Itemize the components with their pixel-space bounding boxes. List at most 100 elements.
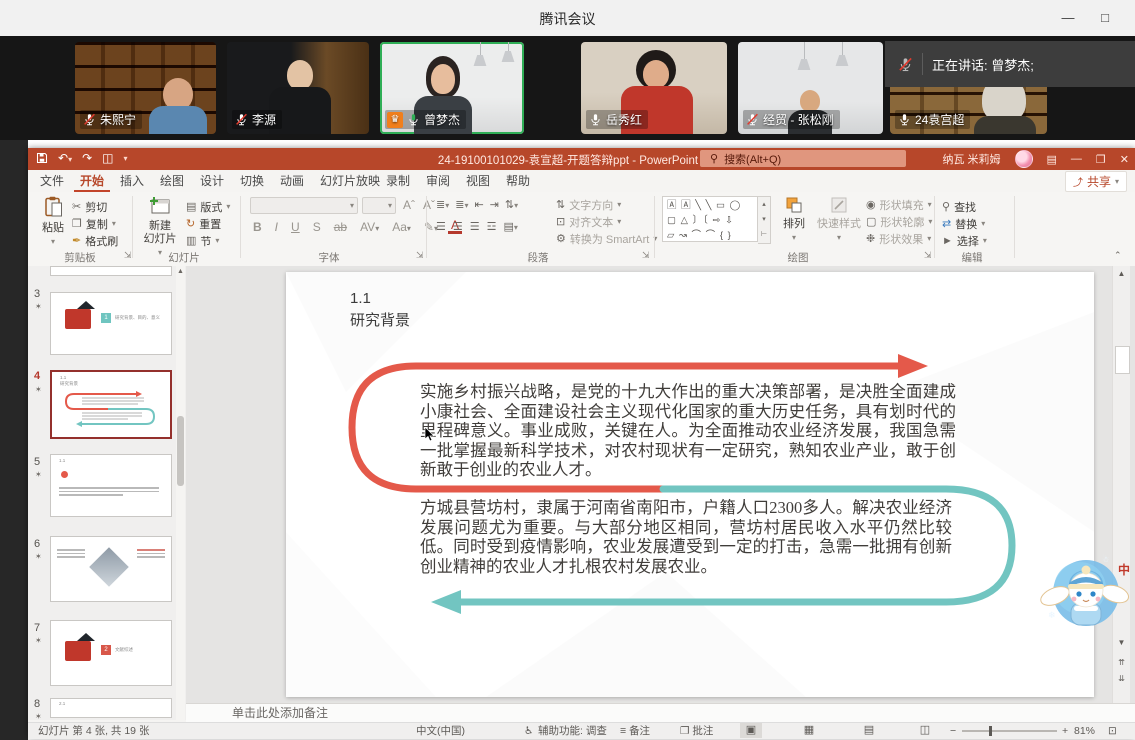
scroll-up-icon[interactable]: ▲ [177, 268, 184, 275]
share-button[interactable]: ⤴ 共享 ▾ [1065, 171, 1127, 192]
slide-paragraph-2[interactable]: 方城县营坊村，隶属于河南省南阳市，户籍人口2300多人。解决农业经济发展问题尤为… [420, 498, 952, 576]
reading-view-button[interactable]: ▤ [858, 723, 880, 738]
undo-icon[interactable]: ↶▾ [58, 151, 72, 165]
slide-thumbnail-selected[interactable]: 1.1研究背景 [50, 370, 172, 439]
increase-font-icon[interactable]: Aˆ [400, 198, 418, 212]
customize-qat-icon[interactable]: ▾ [123, 154, 127, 163]
close-ppt-button[interactable]: ✕ [1120, 153, 1129, 166]
tab-help[interactable]: 帮助 [500, 170, 536, 192]
zoom-out-button[interactable]: − [950, 724, 956, 738]
save-icon[interactable] [36, 152, 48, 164]
restore-ppt-button[interactable]: ❐ [1096, 153, 1106, 166]
convert-smartart-button[interactable]: ⚙转换为 SmartArt▾ [556, 230, 657, 247]
character-spacing-button[interactable]: AV▾ [357, 220, 382, 234]
copy-button[interactable]: ❐复制▾ [72, 215, 118, 232]
zoom-level[interactable]: 81% [1074, 724, 1095, 738]
thumbnail-scrollbar[interactable]: ▲ [176, 266, 185, 720]
search-input[interactable]: ⚲ 搜索(Alt+Q) [700, 150, 906, 167]
arrow-loop-shape[interactable] [286, 272, 1094, 697]
slideshow-view-button[interactable]: ◫ [914, 723, 936, 738]
current-slide[interactable]: 1.1 研究背景 实施乡村振兴战略，是党的十九大作出的重大决策部署，是决胜全面建… [286, 272, 1094, 697]
slide-thumbnail[interactable]: 2 文献综述 [50, 620, 172, 686]
tab-view[interactable]: 视图 [460, 170, 496, 192]
columns-button[interactable]: ▤▾ [504, 220, 518, 233]
font-size-select[interactable]: ▾ [362, 197, 396, 214]
clipboard-dialog-launcher-icon[interactable]: ⇲ [124, 250, 132, 261]
slide-thumbnail-partial[interactable] [50, 266, 172, 276]
slide-sorter-view-button[interactable]: ▦ [798, 723, 820, 738]
participant-tile[interactable]: 经贸 - 张松刚 [738, 42, 883, 134]
shape-outline-button[interactable]: ▢形状轮廓▾ [866, 213, 932, 230]
quick-styles-button[interactable]: 快速样式 ▾ [816, 196, 862, 244]
font-name-select[interactable]: ▾ [250, 197, 358, 214]
participant-tile[interactable]: 朱熙宁 [75, 42, 216, 134]
shape-fill-button[interactable]: ◉形状填充▾ [866, 196, 932, 213]
bullets-button[interactable]: ≣▾ [436, 198, 449, 211]
shape-effects-button[interactable]: ❉形状效果▾ [866, 230, 932, 247]
font-dialog-launcher-icon[interactable]: ⇲ [416, 250, 424, 261]
zoom-slider[interactable] [962, 730, 1057, 732]
select-button[interactable]: ►选择▾ [942, 232, 987, 249]
tab-animations[interactable]: 动画 [274, 170, 310, 192]
ribbon-display-options-icon[interactable]: ▤ [1047, 153, 1057, 166]
underline-button[interactable]: U [288, 220, 303, 234]
collapse-ribbon-icon[interactable]: ⌃ [1114, 250, 1122, 261]
align-right-button[interactable]: ☰ [470, 220, 480, 233]
zoom-slider-thumb[interactable] [989, 726, 992, 736]
account-avatar[interactable] [1015, 150, 1033, 168]
line-spacing-button[interactable]: ⇅▾ [505, 198, 518, 211]
slide-thumbnail[interactable]: 1.1 [50, 454, 172, 517]
reset-button[interactable]: ↻重置 [186, 215, 230, 232]
scroll-down-icon[interactable]: ▼ [1113, 638, 1130, 647]
layout-button[interactable]: ▤版式▾ [186, 198, 230, 215]
italic-button[interactable]: I [272, 220, 281, 234]
minimize-ppt-button[interactable]: — [1071, 153, 1082, 165]
format-painter-button[interactable]: ✒格式刷 [72, 232, 118, 249]
fit-to-window-icon[interactable]: ⊡ [1108, 724, 1117, 738]
start-slideshow-icon[interactable]: ◫ [102, 151, 113, 165]
scrollbar-thumb[interactable] [1115, 346, 1130, 374]
tab-insert[interactable]: 插入 [114, 170, 150, 192]
redo-icon[interactable]: ↷ [82, 151, 92, 165]
maximize-meeting-button[interactable]: □ [1090, 8, 1120, 28]
zoom-in-button[interactable]: + [1062, 724, 1068, 738]
tab-draw[interactable]: 绘图 [154, 170, 190, 192]
decrease-indent-button[interactable]: ⇤ [474, 198, 483, 211]
slide-thumbnail[interactable]: 1 研究背景、目的、意义 [50, 292, 172, 355]
tab-transitions[interactable]: 切换 [234, 170, 270, 192]
replace-button[interactable]: ⇄替换▾ [942, 215, 987, 232]
participant-tile[interactable]: 岳秀红 [581, 42, 727, 134]
slide-scrollbar[interactable]: ▲ ▼ ⇈ ⇊ [1112, 266, 1130, 703]
shapes-gallery-scroll[interactable]: ▴▾⊢ [758, 196, 771, 244]
account-name[interactable]: 纳瓦 米莉姆 [942, 151, 1000, 167]
change-case-button[interactable]: Aa▾ [389, 220, 414, 234]
participant-tile-speaking[interactable]: ♛ 曾梦杰 [380, 42, 524, 134]
minimize-meeting-button[interactable]: — [1053, 8, 1083, 28]
text-direction-button[interactable]: ⇅文字方向▾ [556, 196, 657, 213]
arrange-button[interactable]: 排列 ▾ [778, 196, 810, 244]
notes-pane[interactable]: 单击此处添加备注 [186, 703, 1135, 723]
text-shadow-button[interactable]: S [310, 220, 324, 234]
strikethrough-button[interactable]: ab [331, 220, 350, 234]
scroll-up-icon[interactable]: ▲ [1113, 269, 1130, 278]
tab-design[interactable]: 设计 [194, 170, 230, 192]
comments-toggle[interactable]: ❐ 批注 [680, 724, 713, 738]
slide-thumbnail[interactable] [50, 536, 172, 602]
paste-button[interactable]: 粘贴 ▾ [38, 196, 68, 248]
justify-button[interactable]: ☲ [487, 220, 497, 233]
cut-button[interactable]: ✂剪切 [72, 198, 118, 215]
increase-indent-button[interactable]: ⇥ [490, 198, 499, 211]
find-button[interactable]: ⚲查找 [942, 198, 987, 215]
normal-view-button[interactable]: ▣ [740, 723, 762, 738]
previous-slide-button[interactable]: ⇈ [1113, 658, 1130, 667]
slide-position[interactable]: 幻灯片 第 4 张, 共 19 张 [38, 724, 149, 738]
participant-tile[interactable]: 李源 [227, 42, 369, 134]
paragraph-dialog-launcher-icon[interactable]: ⇲ [642, 250, 650, 261]
align-text-button[interactable]: ⊡对齐文本▾ [556, 213, 657, 230]
next-slide-button[interactable]: ⇊ [1113, 674, 1130, 683]
align-left-button[interactable]: ☰ [436, 220, 446, 233]
slide-thumbnail-partial[interactable]: 2.1 [50, 698, 172, 718]
tab-review[interactable]: 审阅 [420, 170, 456, 192]
notes-toggle[interactable]: ≡ 备注 [620, 724, 650, 738]
tab-slideshow[interactable]: 幻灯片放映 [314, 170, 386, 192]
